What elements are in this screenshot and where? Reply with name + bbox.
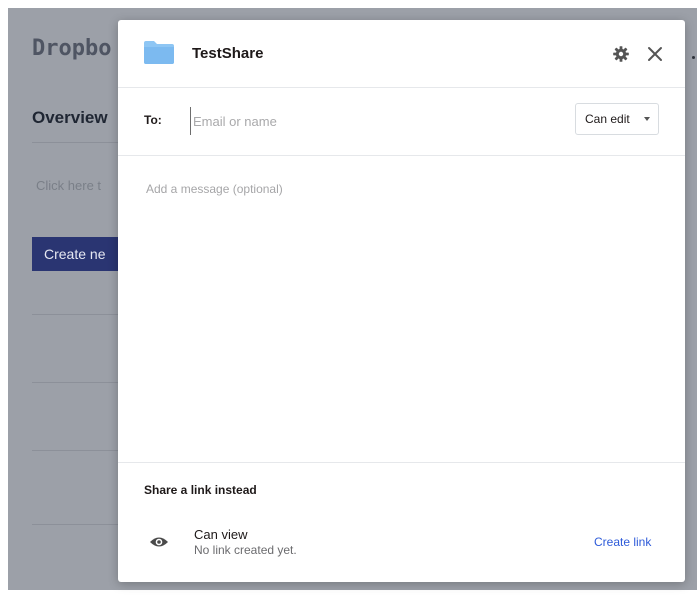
gear-icon[interactable] [611,44,631,64]
divider [32,142,122,143]
eye-icon [150,537,168,547]
message-input[interactable] [144,180,658,444]
create-link-button[interactable]: Create link [594,535,651,549]
folder-icon [144,41,174,64]
share-link-heading: Share a link instead [144,483,257,497]
close-icon[interactable] [645,44,665,64]
chevron-down-icon [644,117,650,121]
share-dialog: TestShare To: Can edit [118,20,685,582]
link-status: No link created yet. [194,543,297,557]
to-label: To: [144,113,162,127]
permission-value: Can edit [585,112,630,126]
divider [32,382,122,383]
overview-heading: Overview [32,108,108,127]
divider [32,524,122,525]
brand-title: Dropbo [32,36,112,61]
background-hint: Click here t [36,178,102,193]
divider [32,450,122,451]
permission-dropdown[interactable]: Can edit [575,103,659,135]
email-or-name-input[interactable] [190,107,555,135]
message-section [118,156,685,462]
dialog-header: TestShare [118,20,685,88]
divider [32,314,122,315]
background-marker [692,56,695,59]
recipient-row: To: Can edit [118,87,685,156]
link-permission: Can view [194,527,248,542]
dialog-title: TestShare [192,45,264,62]
share-link-section: Share a link instead Can view No link cr… [118,462,685,583]
